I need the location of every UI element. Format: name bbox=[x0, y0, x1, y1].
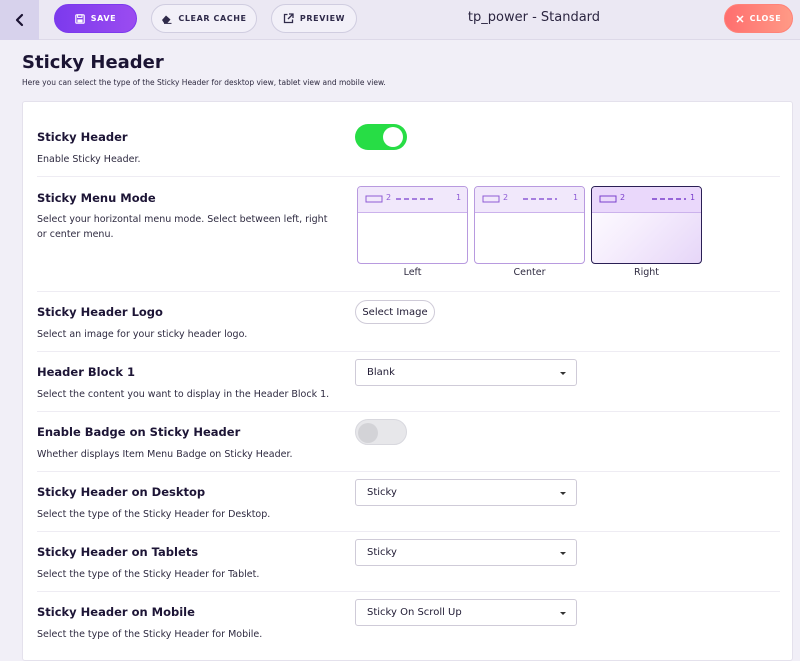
app-title: tp_power - Standard bbox=[467, 10, 601, 25]
select-image-button[interactable]: Select Image bbox=[355, 300, 435, 324]
caret-down-icon bbox=[560, 372, 566, 375]
setting-desc: Select the type of the Sticky Header for… bbox=[37, 629, 263, 640]
setting-title: Sticky Menu Mode bbox=[37, 191, 156, 205]
mobile-sticky-select[interactable]: Sticky On Scroll Up bbox=[355, 599, 577, 626]
menu-mode-center-label: Center bbox=[513, 267, 546, 278]
setting-desc: Whether displays Item Menu Badge on Stic… bbox=[37, 449, 293, 460]
setting-title: Sticky Header bbox=[37, 130, 128, 144]
setting-desc: Enable Sticky Header. bbox=[37, 154, 141, 165]
setting-row-tablet: Sticky Header on Tablets Select the type… bbox=[37, 532, 780, 592]
mode-number-2: 2 bbox=[620, 193, 626, 202]
setting-title: Enable Badge on Sticky Header bbox=[37, 425, 241, 439]
menu-mode-right[interactable]: 2 1 bbox=[591, 186, 702, 264]
setting-title: Sticky Header on Tablets bbox=[37, 545, 199, 559]
clear-cache-button[interactable]: CLEAR CACHE bbox=[151, 4, 257, 33]
back-button[interactable] bbox=[0, 0, 39, 40]
x-icon bbox=[736, 14, 744, 23]
setting-row-header-block: Header Block 1 Select the content you wa… bbox=[37, 352, 780, 412]
top-toolbar: SAVE CLEAR CACHE PREVIEW tp_power - Stan… bbox=[0, 0, 800, 40]
close-label: CLOSE bbox=[749, 14, 782, 23]
setting-title: Header Block 1 bbox=[37, 365, 135, 379]
menu-mode-center[interactable]: 2 1 bbox=[474, 186, 585, 264]
settings-card: Sticky Header Enable Sticky Header. Stic… bbox=[22, 101, 793, 661]
setting-row-desktop: Sticky Header on Desktop Select the type… bbox=[37, 472, 780, 532]
mode-number-1: 1 bbox=[573, 193, 579, 202]
badge-toggle[interactable] bbox=[355, 419, 407, 445]
setting-desc: Select the type of the Sticky Header for… bbox=[37, 569, 260, 580]
menu-mode-right-label: Right bbox=[633, 267, 660, 278]
save-button[interactable]: SAVE bbox=[54, 4, 137, 33]
setting-desc: Select your horizontal menu mode. Select… bbox=[37, 214, 328, 240]
setting-row-menu-mode: Sticky Menu Mode Select your horizontal … bbox=[37, 177, 780, 292]
caret-down-icon bbox=[560, 492, 566, 495]
mode-number-1: 1 bbox=[690, 193, 696, 202]
caret-down-icon bbox=[560, 552, 566, 555]
sticky-header-toggle[interactable] bbox=[355, 124, 407, 150]
setting-title: Sticky Header Logo bbox=[37, 305, 163, 319]
external-link-icon bbox=[283, 13, 294, 24]
setting-row-logo: Sticky Header Logo Select an image for y… bbox=[37, 292, 780, 352]
tablet-sticky-select[interactable]: Sticky bbox=[355, 539, 577, 566]
layout-center-icon bbox=[482, 195, 557, 203]
header-block-select[interactable]: Blank bbox=[355, 359, 577, 386]
mode-number-1: 1 bbox=[456, 193, 462, 202]
floppy-disk-icon bbox=[74, 13, 85, 24]
setting-title: Sticky Header on Desktop bbox=[37, 485, 206, 499]
preview-button[interactable]: PREVIEW bbox=[271, 4, 357, 33]
toggle-knob bbox=[383, 127, 403, 147]
setting-desc: Select the content you want to display i… bbox=[37, 389, 330, 400]
caret-down-icon bbox=[560, 612, 566, 615]
save-label: SAVE bbox=[90, 14, 117, 23]
close-button[interactable]: CLOSE bbox=[724, 4, 793, 33]
preview-label: PREVIEW bbox=[299, 14, 346, 23]
toggle-knob bbox=[358, 423, 378, 443]
select-value: Sticky bbox=[367, 547, 397, 558]
setting-title: Sticky Header on Mobile bbox=[37, 605, 195, 619]
setting-row-sticky-header: Sticky Header Enable Sticky Header. bbox=[37, 116, 780, 177]
mode-number-2: 2 bbox=[386, 193, 392, 202]
layout-right-icon bbox=[599, 195, 686, 203]
select-value: Blank bbox=[367, 367, 395, 378]
select-value: Sticky On Scroll Up bbox=[367, 607, 462, 618]
setting-desc: Select an image for your sticky header l… bbox=[37, 329, 248, 340]
setting-row-badge: Enable Badge on Sticky Header Whether di… bbox=[37, 412, 780, 472]
page-title: Sticky Header bbox=[22, 52, 164, 73]
mode-number-2: 2 bbox=[503, 193, 509, 202]
page-subtitle: Here you can select the type of the Stic… bbox=[22, 78, 386, 87]
menu-mode-left-label: Left bbox=[403, 267, 422, 278]
eraser-icon bbox=[162, 15, 172, 24]
desktop-sticky-select[interactable]: Sticky bbox=[355, 479, 577, 506]
menu-mode-left[interactable]: 2 1 bbox=[357, 186, 468, 264]
chevron-left-icon bbox=[15, 13, 23, 27]
clear-cache-label: CLEAR CACHE bbox=[178, 14, 247, 23]
setting-row-mobile: Sticky Header on Mobile Select the type … bbox=[37, 592, 780, 652]
layout-left-icon bbox=[365, 195, 434, 203]
select-value: Sticky bbox=[367, 487, 397, 498]
setting-desc: Select the type of the Sticky Header for… bbox=[37, 509, 271, 520]
